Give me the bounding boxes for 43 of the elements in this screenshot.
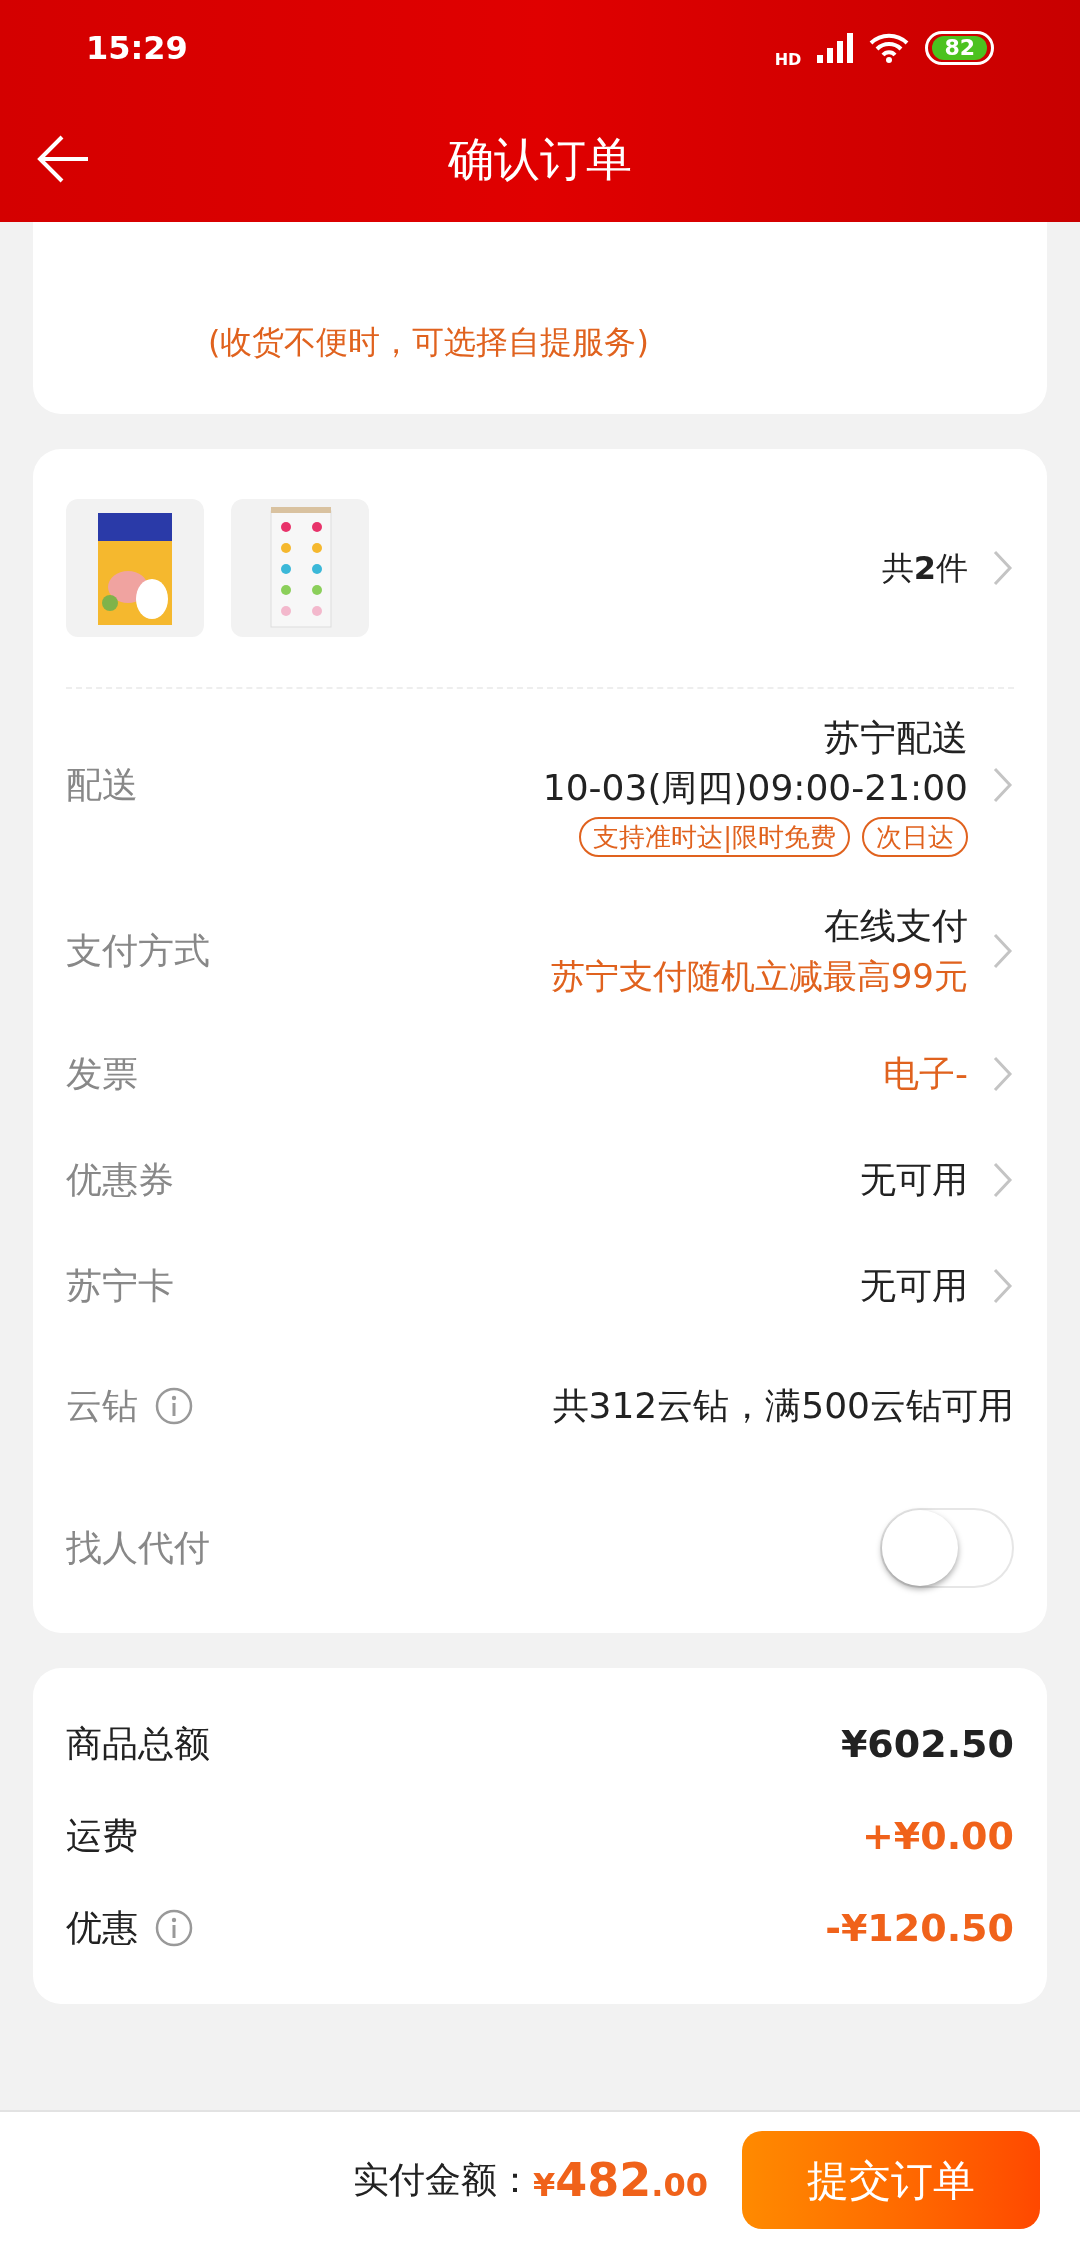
delivery-tag: 支持准时达|限时免费 bbox=[579, 817, 850, 857]
network-label: HD bbox=[774, 49, 802, 71]
row-label: 支付方式 bbox=[66, 929, 210, 973]
summary-label: 优惠 bbox=[66, 1906, 138, 1950]
chevron-right-icon bbox=[992, 548, 1014, 588]
battery-indicator: 82 bbox=[925, 31, 994, 65]
row-value[interactable]: 无可用 bbox=[860, 1153, 968, 1207]
row-label: 配送 bbox=[66, 763, 138, 807]
signal-icon bbox=[817, 33, 854, 63]
address-card[interactable]: (收货不便时，可选择自提服务) bbox=[33, 222, 1047, 414]
chevron-right-icon bbox=[992, 931, 1014, 971]
row-label: 找人代付 bbox=[66, 1526, 210, 1570]
chevron-right-icon bbox=[992, 1160, 1014, 1200]
chevron-right-icon bbox=[992, 1266, 1014, 1306]
row-value: 在线支付 bbox=[824, 904, 968, 948]
total-amount: ¥482.00 bbox=[533, 2151, 708, 2209]
row-label: 优惠券 bbox=[66, 1158, 174, 1202]
row-value: 共312云钻，满500云钻可用 bbox=[552, 1384, 1014, 1428]
total-label: 实付金额： bbox=[353, 2158, 533, 2202]
address-note: (收货不便时，可选择自提服务) bbox=[208, 322, 649, 363]
chevron-right-icon bbox=[992, 765, 1014, 805]
page-title: 确认订单 bbox=[448, 130, 632, 188]
chevron-right-icon bbox=[992, 1054, 1014, 1094]
payment-promo: 苏宁支付随机立减最高99元 bbox=[550, 955, 968, 998]
delivery-tag: 次日达 bbox=[862, 817, 968, 857]
row-value[interactable]: 电子- bbox=[883, 1047, 968, 1101]
info-icon[interactable] bbox=[154, 1386, 194, 1426]
status-time: 15:29 bbox=[86, 28, 188, 69]
summary-value: ¥602.50 bbox=[840, 1720, 1014, 1768]
wifi-icon bbox=[869, 33, 910, 63]
row-label: 云钻 bbox=[66, 1384, 138, 1428]
info-icon[interactable] bbox=[154, 1908, 194, 1948]
row-label: 苏宁卡 bbox=[66, 1264, 174, 1308]
delivery-time: 10-03(周四)09:00-21:00 bbox=[542, 766, 968, 810]
summary-label: 商品总额 bbox=[66, 1722, 210, 1766]
row-value[interactable]: 无可用 bbox=[860, 1259, 968, 1313]
summary-value: +¥0.00 bbox=[861, 1812, 1014, 1860]
row-label: 发票 bbox=[66, 1052, 138, 1096]
summary-value: -¥120.50 bbox=[825, 1904, 1014, 1952]
summary-label: 运费 bbox=[66, 1814, 138, 1858]
item-count[interactable]: 共2件 bbox=[881, 544, 968, 592]
row-value: 苏宁配送 bbox=[824, 716, 968, 760]
toggle-switch[interactable] bbox=[880, 1508, 1014, 1588]
